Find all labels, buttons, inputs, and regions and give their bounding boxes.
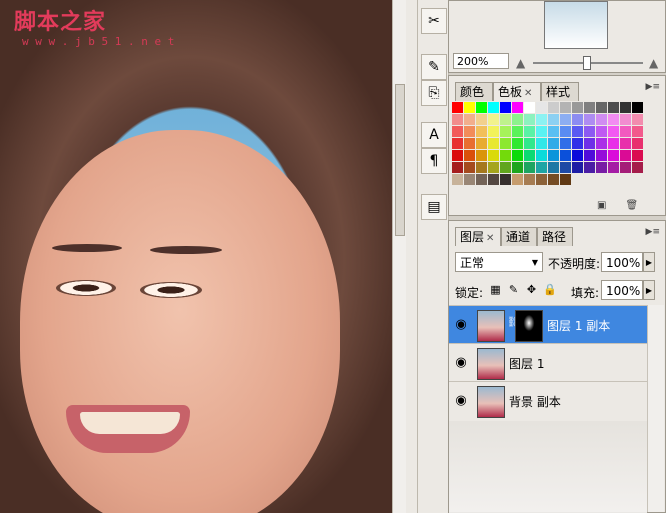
photo-left-eye [56, 280, 116, 296]
watermark-title: 脚本之家 [14, 10, 107, 35]
tab-swatches[interactable]: 色板 ✕ [493, 82, 541, 101]
swatches-panel: 颜色 色板 ✕ 样式 ▶≡ ▣ 🗑 [448, 75, 666, 216]
zoom-slider-knob[interactable] [583, 56, 591, 70]
layer-thumbnail [477, 310, 505, 342]
tool-dock: ✂ ✎ ⎘ A ¶ ▤ [417, 0, 449, 513]
canvas-vertical-scrollbar[interactable] [392, 0, 407, 513]
visibility-eye-icon[interactable]: ◉ [453, 317, 469, 333]
opacity-label: 不透明度: [548, 257, 601, 271]
photo-teeth [80, 412, 180, 434]
photo-right-brow [150, 246, 222, 254]
layers-scrollbar[interactable] [647, 305, 664, 512]
tools-icon[interactable]: ✂ [421, 8, 447, 34]
watermark-url: w w w . j b 5 1 . n e t [22, 35, 175, 48]
opacity-slider-button[interactable]: ▶ [643, 252, 655, 272]
visibility-eye-icon[interactable]: ◉ [453, 355, 469, 371]
photo-right-eye [140, 282, 202, 298]
clone-stamp-icon[interactable]: ⎘ [421, 80, 447, 106]
layer-thumbnail [477, 348, 505, 380]
opacity-field[interactable]: 100% [601, 252, 643, 272]
tab-paths[interactable]: 路径 [537, 227, 573, 246]
swatches-tabbar: 颜色 色板 ✕ 样式 [449, 82, 665, 101]
lock-label: 锁定: [455, 286, 484, 300]
navigator-panel: 200% ▲ ▲ [448, 0, 666, 73]
lock-position-icon[interactable]: ✥ [525, 283, 538, 296]
photo-left-brow [52, 244, 122, 252]
layers-panel: 图层 ✕ 通道 路径 ▶≡ 正常 ▼ 不透明度: 100% ▶ 锁定: ▦ ✎ ✥ … [448, 220, 666, 513]
photo-face [20, 130, 340, 513]
fill-field[interactable]: 100% [601, 280, 643, 300]
layer-row[interactable]: ◉ ⛓ 图层 1 副本 [449, 305, 647, 343]
brush-icon[interactable]: ✎ [421, 54, 447, 80]
swatch-grid[interactable] [452, 102, 643, 185]
layer-row[interactable]: ◉ 图层 1 [449, 343, 647, 381]
layer-row[interactable]: ◉ 背景 副本 [449, 381, 647, 419]
visibility-eye-icon[interactable]: ◉ [453, 393, 469, 409]
layer-thumbnail [477, 386, 505, 418]
navigator-thumbnail[interactable] [544, 1, 608, 49]
tab-layers[interactable]: 图层 ✕ [455, 227, 501, 246]
tab-color[interactable]: 颜色 [455, 82, 493, 101]
close-icon: ✕ [486, 233, 495, 244]
splitter [406, 0, 417, 513]
fill-slider-button[interactable]: ▶ [643, 280, 655, 300]
layer-comps-icon[interactable]: ▤ [421, 194, 447, 220]
lock-image-icon[interactable]: ✎ [507, 283, 520, 296]
close-icon: ✕ [524, 88, 533, 99]
lock-all-icon[interactable]: 🔒 [543, 283, 557, 296]
chevron-down-icon: ▼ [531, 258, 538, 267]
panel-menu-icon[interactable]: ▶≡ [646, 82, 660, 92]
layers-tabbar: 图层 ✕ 通道 路径 [449, 227, 665, 246]
document-canvas[interactable]: 脚本之家 w w w . j b 5 1 . n e t [0, 0, 392, 513]
blurred-layers [449, 421, 647, 513]
zoom-field[interactable]: 200% [453, 53, 509, 69]
scrollbar-thumb[interactable] [395, 84, 405, 236]
zoom-in-icon[interactable]: ▲ [649, 56, 658, 70]
new-swatch-icon[interactable]: ▣ 🗑 [597, 200, 638, 211]
fill-label: 填充: [571, 286, 600, 300]
layer-name: 图层 1 [509, 357, 545, 371]
paragraph-icon[interactable]: ¶ [421, 148, 447, 174]
blend-mode-select[interactable]: 正常 ▼ [455, 252, 543, 272]
panel-menu-icon[interactable]: ▶≡ [646, 227, 660, 237]
layer-name: 图层 1 副本 [547, 319, 611, 333]
layer-mask-thumbnail[interactable] [515, 310, 543, 342]
layer-name: 背景 副本 [509, 395, 561, 409]
character-icon[interactable]: A [421, 122, 447, 148]
tab-styles[interactable]: 样式 [541, 82, 579, 101]
zoom-out-icon[interactable]: ▲ [516, 56, 525, 70]
lock-transparency-icon[interactable]: ▦ [489, 283, 502, 296]
tab-channels[interactable]: 通道 [501, 227, 537, 246]
